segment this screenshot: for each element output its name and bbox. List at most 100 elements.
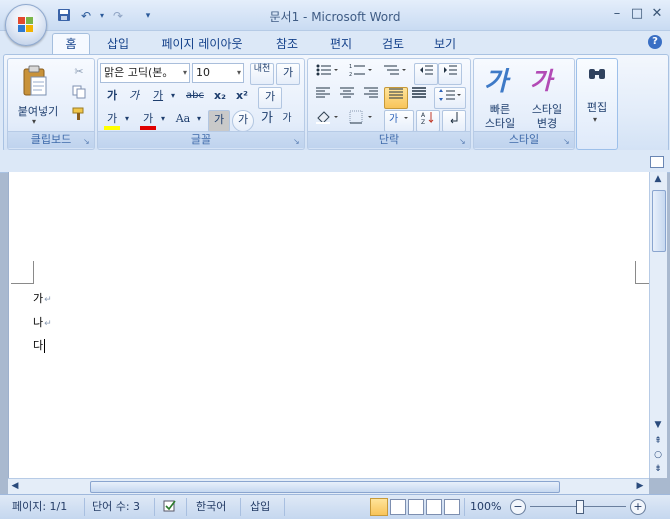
grow-font-button[interactable]: 가 — [258, 110, 276, 130]
show-marks-button[interactable] — [442, 110, 466, 132]
sort-button[interactable]: AZ — [416, 110, 440, 132]
font-name-combo[interactable]: 맑은 고딕(본。 ▾ — [100, 63, 190, 83]
italic-button[interactable]: 가 — [124, 87, 144, 107]
format-painter-icon[interactable] — [70, 107, 88, 125]
font-name-dropdown-icon[interactable]: ▾ — [183, 64, 187, 82]
undo-icon[interactable]: ↶ — [78, 8, 94, 24]
borders-button[interactable] — [346, 110, 376, 130]
vertical-scrollbar[interactable]: ▲ ▼ ⇞ ○ ⇟ — [649, 172, 667, 478]
zoom-in-button[interactable]: + — [630, 499, 646, 515]
font-color-swatch — [140, 126, 156, 130]
tab-view[interactable]: 보기 — [424, 34, 466, 54]
change-case-dropdown-icon[interactable]: ▾ — [194, 110, 204, 130]
highlight-dropdown-icon[interactable]: ▾ — [122, 110, 132, 130]
close-button[interactable]: ✕ — [648, 6, 666, 22]
save-icon[interactable] — [56, 8, 72, 24]
change-case-button[interactable]: Aa — [172, 110, 194, 130]
font-color-dropdown-icon[interactable]: ▾ — [158, 110, 168, 130]
decrease-indent-button[interactable] — [414, 63, 438, 85]
group-editing[interactable]: 편집 ▾ — [576, 58, 618, 150]
text-cursor — [44, 339, 46, 353]
document-page[interactable]: 가↵ 나↵ 다 — [8, 172, 658, 478]
align-center-button[interactable] — [336, 87, 358, 107]
enclose-char-button[interactable]: 가 — [232, 110, 254, 132]
styles-launcher-icon[interactable]: ↘ — [563, 138, 571, 146]
strikethrough-button[interactable]: abc — [182, 87, 208, 107]
asian-layout-button[interactable]: 가 — [384, 110, 414, 132]
proofing-icon[interactable] — [162, 499, 180, 515]
highlight-button[interactable]: 가 — [102, 110, 122, 130]
font-launcher-icon[interactable]: ↘ — [293, 138, 301, 146]
tab-references[interactable]: 참조 — [266, 34, 308, 54]
justify-button[interactable] — [384, 87, 408, 109]
tab-home[interactable]: 홈 — [52, 33, 90, 56]
line-spacing-button[interactable] — [434, 87, 466, 109]
font-size-combo[interactable]: 10 ▾ — [192, 63, 244, 83]
clear-format-button[interactable]: 가 — [276, 63, 300, 85]
horizontal-scroll-thumb[interactable] — [90, 481, 560, 493]
customize-qat-icon[interactable]: ▾ — [140, 8, 156, 24]
shading-button[interactable] — [312, 110, 342, 130]
zoom-out-button[interactable]: − — [510, 499, 526, 515]
print-layout-view-icon[interactable] — [370, 498, 388, 516]
browse-object-icon[interactable]: ○ — [651, 448, 665, 462]
shrink-font-button[interactable]: 가 — [278, 110, 296, 130]
tab-review[interactable]: 검토 — [372, 34, 414, 54]
language-status[interactable]: 한국어 — [196, 499, 226, 515]
scroll-right-icon[interactable]: ▶ — [633, 479, 647, 493]
superscript-button[interactable]: x² — [232, 87, 252, 107]
paste-button[interactable]: 붙여넣기 ▾ — [14, 63, 58, 129]
quick-styles-button[interactable]: 가 빠른 스타일 — [478, 61, 522, 130]
change-styles-button[interactable]: 가 스타일 변경 — [524, 61, 570, 130]
distributed-button[interactable] — [408, 87, 430, 107]
help-icon[interactable]: ? — [648, 35, 662, 49]
undo-dropdown-icon[interactable]: ▾ — [94, 8, 110, 24]
increase-indent-button[interactable] — [438, 63, 462, 85]
vertical-scroll-thumb[interactable] — [652, 190, 666, 252]
subscript-button[interactable]: x₂ — [210, 87, 230, 107]
paragraph-launcher-icon[interactable]: ↘ — [459, 138, 467, 146]
view-ruler-icon[interactable] — [650, 156, 664, 168]
tab-insert[interactable]: 삽입 — [98, 34, 138, 54]
tab-mailings[interactable]: 편지 — [320, 34, 362, 54]
outline-view-icon[interactable] — [426, 499, 442, 515]
font-color-button[interactable]: 가 — [138, 110, 158, 130]
underline-button[interactable]: 가 — [148, 87, 168, 107]
redo-icon[interactable]: ↷ — [110, 8, 126, 24]
zoom-slider-thumb[interactable] — [576, 500, 584, 514]
numbering-button[interactable]: 12 — [346, 63, 376, 83]
full-screen-reading-view-icon[interactable] — [390, 499, 406, 515]
page-count-status[interactable]: 페이지: 1/1 — [12, 499, 67, 515]
tab-page-layout[interactable]: 페이지 레이아웃 — [150, 34, 254, 54]
zoom-level[interactable]: 100% — [470, 499, 501, 515]
previous-page-icon[interactable]: ⇞ — [651, 434, 665, 448]
next-page-icon[interactable]: ⇟ — [651, 462, 665, 476]
horizontal-scrollbar[interactable]: ◀ ▶ — [8, 478, 649, 495]
copy-icon[interactable] — [70, 85, 88, 103]
web-layout-view-icon[interactable] — [408, 499, 424, 515]
paragraph-3[interactable]: 다 — [33, 337, 46, 353]
font-size-dropdown-icon[interactable]: ▾ — [237, 64, 241, 82]
maximize-button[interactable]: □ — [628, 6, 646, 22]
scroll-left-icon[interactable]: ◀ — [8, 479, 22, 493]
multilevel-list-button[interactable] — [380, 63, 410, 83]
bold-button[interactable]: 가 — [102, 87, 122, 107]
minimize-button[interactable]: – — [608, 6, 626, 22]
cut-icon[interactable]: ✂ — [70, 63, 88, 81]
char-shading-button[interactable]: 가 — [208, 110, 230, 132]
paragraph-2[interactable]: 나↵ — [33, 314, 52, 330]
clipboard-launcher-icon[interactable]: ↘ — [83, 138, 91, 146]
svg-text:2: 2 — [349, 72, 352, 77]
scroll-up-icon[interactable]: ▲ — [651, 172, 665, 186]
paragraph-1[interactable]: 가↵ — [33, 290, 52, 306]
scroll-down-icon[interactable]: ▼ — [651, 418, 665, 432]
align-right-button[interactable] — [360, 87, 382, 107]
word-count-status[interactable]: 단어 수: 3 — [92, 499, 140, 515]
insert-mode-status[interactable]: 삽입 — [250, 499, 270, 515]
draft-view-icon[interactable] — [444, 499, 460, 515]
underline-dropdown-icon[interactable]: ▾ — [168, 87, 178, 107]
bullets-button[interactable] — [312, 63, 342, 83]
align-left-button[interactable] — [312, 87, 334, 107]
phonetic-button[interactable]: 가 — [258, 87, 282, 109]
phonetic-guide-button[interactable]: 내천 — [250, 63, 274, 85]
